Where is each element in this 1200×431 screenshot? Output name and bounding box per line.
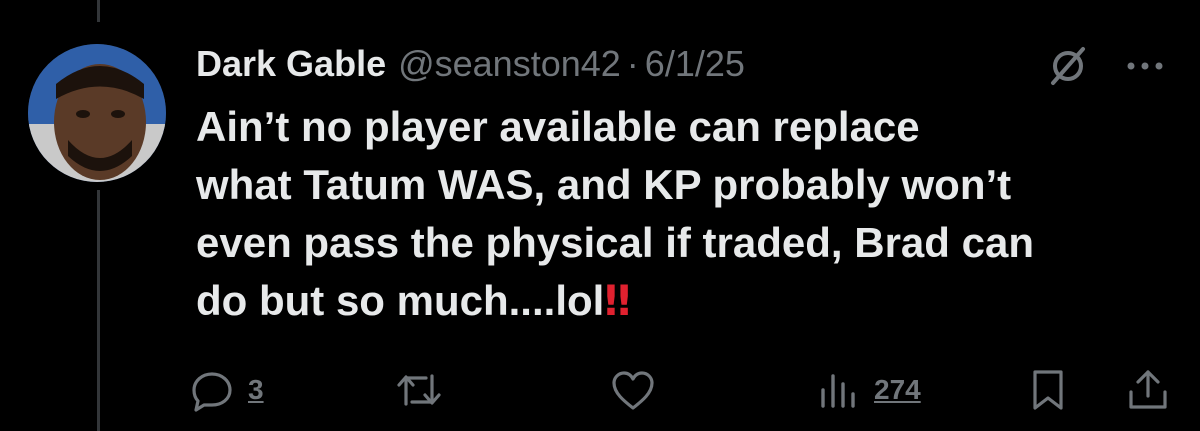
thread-line-top (97, 0, 100, 22)
retweet-icon (397, 374, 441, 406)
separator-dot: · (626, 43, 639, 84)
author-name[interactable]: Dark Gable (196, 43, 386, 85)
reply-count: 3 (248, 374, 264, 405)
tweet-text-line-text: do but so much....lol (196, 277, 605, 324)
share-button[interactable] (1126, 362, 1170, 418)
views-icon (821, 374, 855, 408)
tweet-text-line: Ain’t no player available can replace (196, 103, 920, 150)
double-exclamation-emoji: ‼ (604, 276, 630, 325)
action-bar: 3 274 (0, 362, 1200, 418)
reply-button[interactable]: 3 (190, 362, 264, 418)
tweet-header: Dark Gable @seanston42 · 6/1/25 (196, 38, 745, 90)
avatar[interactable] (28, 44, 166, 182)
author-handle[interactable]: @seanston42 (398, 43, 621, 85)
tweet-date[interactable]: 6/1/25 (645, 43, 745, 85)
bookmark-icon (1033, 370, 1063, 410)
bookmark-button[interactable] (1028, 362, 1068, 418)
more-icon[interactable] (1120, 46, 1170, 86)
like-button[interactable] (610, 362, 670, 418)
tweet-text-line: even pass the physical if traded, Brad c… (196, 219, 1034, 266)
views-button[interactable]: 274 (816, 362, 921, 418)
tweet-text-line: do but so much....lol‼ (196, 272, 1186, 330)
retweet-button[interactable] (396, 362, 456, 418)
grok-icon[interactable] (1045, 43, 1091, 89)
share-icon (1129, 370, 1167, 409)
avatar-image (28, 44, 166, 182)
reply-icon (192, 372, 232, 412)
tweet-text: Ain’t no player available can replace wh… (196, 98, 1186, 330)
tweet-text-line: what Tatum WAS, and KP probably won’t (196, 161, 1012, 208)
like-icon (612, 371, 654, 410)
views-count: 274 (874, 374, 921, 405)
